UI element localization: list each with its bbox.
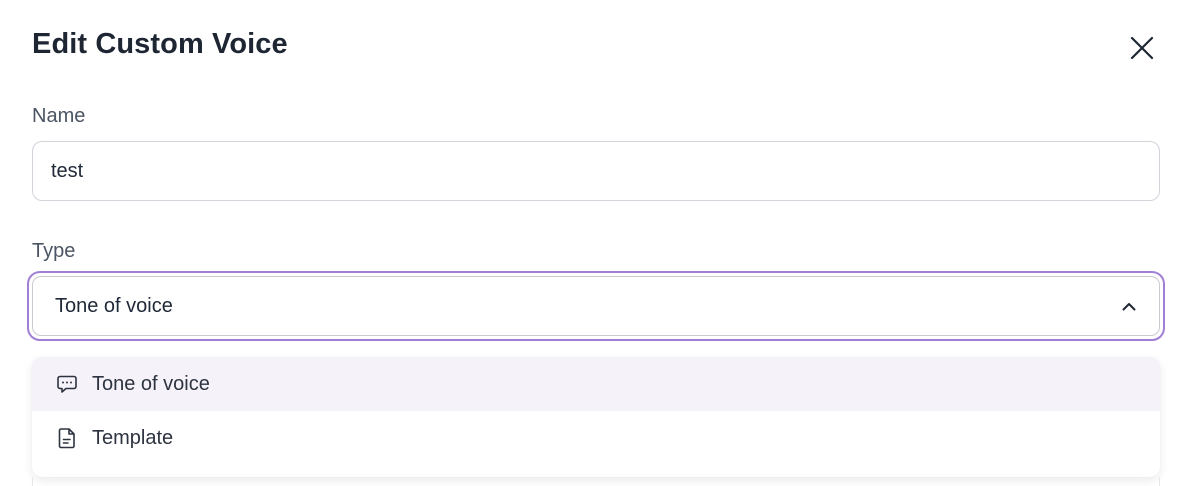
- type-label: Type: [32, 240, 76, 262]
- option-label: Tone of voice: [92, 372, 210, 395]
- edit-custom-voice-dialog: Edit Custom Voice Name Type Tone of voic…: [0, 0, 1184, 486]
- option-tone-of-voice[interactable]: Tone of voice: [32, 357, 1160, 411]
- name-input[interactable]: [32, 141, 1160, 201]
- chevron-up-icon: [1121, 298, 1137, 314]
- type-select[interactable]: Tone of voice: [32, 276, 1160, 336]
- chat-bubble-icon: [56, 373, 78, 395]
- close-button[interactable]: [1124, 30, 1160, 66]
- next-field-edge: [32, 477, 1160, 486]
- name-label: Name: [32, 105, 86, 127]
- type-dropdown-menu: Tone of voice Template: [32, 357, 1160, 477]
- close-icon: [1130, 36, 1154, 60]
- option-label: Template: [92, 426, 174, 449]
- dialog-title: Edit Custom Voice: [32, 28, 288, 60]
- document-icon: [56, 427, 78, 449]
- type-select-value: Tone of voice: [55, 294, 173, 317]
- option-template[interactable]: Template: [32, 411, 1160, 465]
